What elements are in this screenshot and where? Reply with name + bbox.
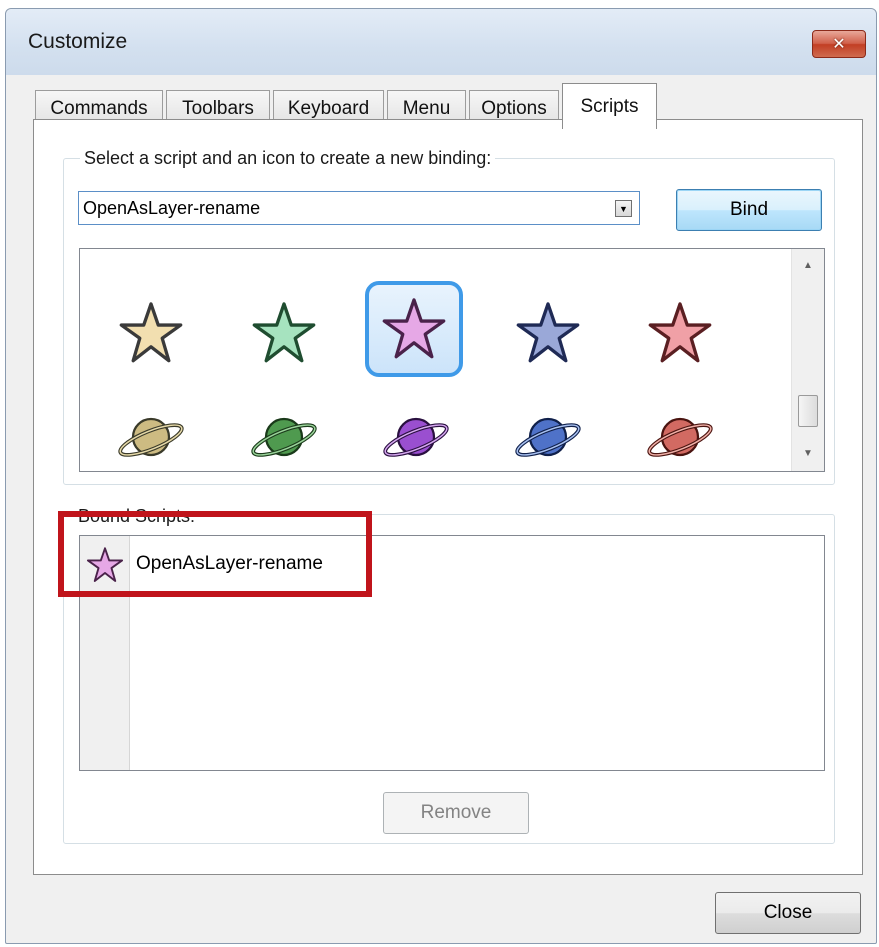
bound-scripts-legend: Bound Scripts: — [74, 506, 200, 527]
window-close-button[interactable]: ✕ — [812, 30, 866, 58]
scroll-down-icon[interactable]: ▼ — [792, 441, 824, 465]
tab-scripts[interactable]: Scripts — [562, 83, 657, 129]
bind-button[interactable]: Bind — [676, 189, 822, 231]
icon-gallery-scrollbar[interactable]: ▲ ▼ — [791, 249, 824, 471]
dropdown-arrow-icon[interactable]: ▼ — [615, 200, 632, 217]
close-button[interactable]: Close — [715, 892, 861, 934]
planet-purple-icon[interactable] — [369, 389, 463, 471]
list-item[interactable]: OpenAsLayer-rename — [80, 542, 824, 582]
remove-button-label: Remove — [420, 802, 492, 823]
scripts-tab-panel: Select a script and an icon to create a … — [33, 119, 863, 875]
close-button-label: Close — [763, 902, 813, 923]
title-bar[interactable]: Customize ✕ — [6, 9, 876, 75]
planet-tan-icon[interactable] — [104, 389, 198, 471]
planet-red-icon[interactable] — [633, 389, 727, 471]
star-red-icon[interactable] — [633, 287, 727, 379]
planet-green-icon[interactable] — [237, 389, 331, 471]
bound-script-label: OpenAsLayer-rename — [136, 553, 323, 574]
star-blue-icon[interactable] — [501, 287, 595, 379]
customize-dialog: Customize ✕ Commands Toolbars Keyboard M… — [5, 8, 877, 944]
tab-label: Options — [481, 97, 547, 119]
tab-label: Scripts — [580, 95, 639, 117]
script-select-value: OpenAsLayer-rename — [83, 198, 261, 218]
remove-button[interactable]: Remove — [383, 792, 529, 834]
bind-button-label: Bind — [729, 199, 769, 220]
tab-label: Commands — [50, 97, 148, 119]
star-tan-icon[interactable] — [104, 287, 198, 379]
tab-label: Toolbars — [182, 97, 254, 119]
star-green-icon[interactable] — [237, 287, 331, 379]
planet-blue-icon[interactable] — [501, 389, 595, 471]
icon-gallery[interactable]: ▲ ▼ — [79, 248, 825, 472]
tab-label: Keyboard — [287, 97, 370, 119]
star-purple-icon[interactable] — [365, 281, 463, 377]
scroll-thumb[interactable] — [798, 395, 818, 427]
tab-label: Menu — [402, 97, 451, 119]
scroll-up-icon[interactable]: ▲ — [792, 253, 824, 277]
new-binding-legend: Select a script and an icon to create a … — [80, 148, 496, 169]
star-purple-icon — [86, 547, 124, 582]
script-select[interactable]: OpenAsLayer-rename ▼ — [78, 191, 640, 225]
window-title: Customize — [28, 30, 128, 53]
bound-scripts-list[interactable]: OpenAsLayer-rename — [79, 535, 825, 771]
close-icon: ✕ — [832, 36, 846, 53]
